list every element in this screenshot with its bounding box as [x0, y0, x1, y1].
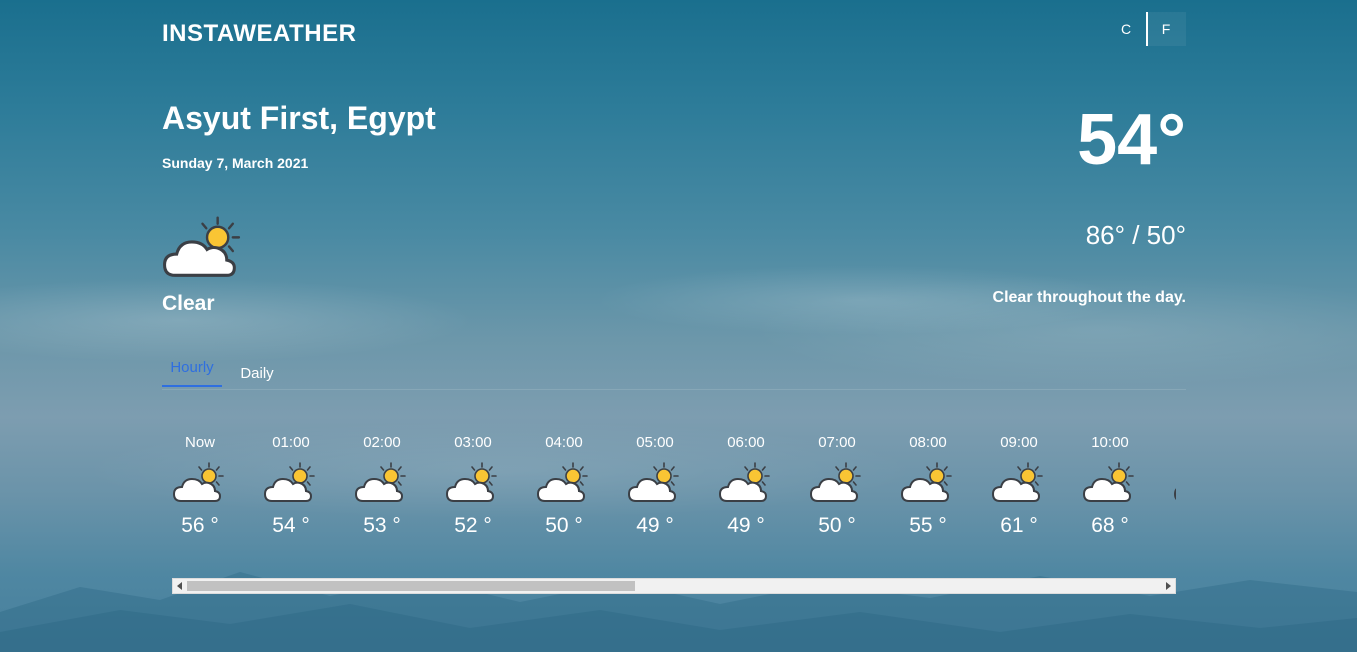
partly-cloudy-icon: [991, 462, 1043, 502]
current-condition: Clear: [162, 292, 215, 315]
unit-fahrenheit-button[interactable]: F: [1146, 12, 1186, 46]
partly-cloudy-icon: [718, 462, 770, 502]
hourly-item-partial: [1171, 430, 1176, 506]
hourly-item: 09:00 61 °: [989, 430, 1049, 538]
partly-cloudy-icon: [809, 462, 861, 502]
hourly-item: 02:00 53 °: [352, 430, 412, 538]
hourly-item: 04:00 50 °: [534, 430, 594, 538]
hourly-item: 08:00 55 °: [898, 430, 958, 538]
scroll-right-arrow-icon[interactable]: [1161, 579, 1175, 593]
hourly-temperature: 50 °: [818, 514, 856, 537]
hourly-time: 06:00: [727, 434, 765, 451]
current-date: Sunday 7, March 2021: [162, 155, 309, 171]
hourly-item: 06:00 49 °: [716, 430, 776, 538]
hourly-time: 03:00: [454, 434, 492, 451]
partly-cloudy-icon: [263, 462, 315, 502]
hourly-temperature: 49 °: [636, 514, 674, 537]
high-low-temperature: 86° / 50°: [1085, 220, 1186, 250]
hourly-time: Now: [184, 434, 215, 451]
hourly-temperature: 56 °: [181, 514, 219, 537]
hourly-temperature: 50 °: [545, 514, 583, 537]
partly-cloudy-icon: [354, 462, 406, 502]
hourly-time: 01:00: [272, 434, 310, 451]
hourly-item: Now 56 °: [172, 430, 230, 538]
hourly-temperature: 68 °: [1091, 514, 1129, 537]
partly-cloudy-icon: [1082, 462, 1134, 502]
hourly-item: 10:00 68 °: [1080, 430, 1140, 538]
hourly-temperature: 61 °: [1000, 514, 1038, 537]
partly-cloudy-icon: [900, 462, 952, 502]
scroll-left-arrow-icon[interactable]: [173, 579, 187, 593]
current-temperature: 54°: [1077, 100, 1186, 180]
app-title: INSTAWEATHER: [162, 20, 357, 47]
partly-cloudy-icon: [445, 462, 497, 502]
hourly-time: 09:00: [1000, 434, 1038, 451]
unit-toggle: C F: [1106, 12, 1186, 46]
partly-cloudy-icon: [1173, 488, 1176, 500]
hourly-item: 07:00 50 °: [807, 430, 867, 538]
partly-cloudy-icon: [172, 462, 224, 502]
hourly-item: 05:00 49 °: [625, 430, 685, 538]
hourly-time: 02:00: [363, 434, 401, 451]
partly-cloudy-icon: [627, 462, 679, 502]
hourly-time: 10:00: [1091, 434, 1129, 451]
hourly-temperature: 52 °: [454, 514, 492, 537]
hourly-time: 07:00: [818, 434, 856, 451]
hourly-temperature: 54 °: [272, 514, 310, 537]
location-name: Asyut First, Egypt: [162, 100, 436, 136]
unit-divider: [1146, 12, 1148, 46]
tab-daily[interactable]: Daily: [232, 352, 282, 391]
forecast-tabs: Hourly Daily: [162, 352, 1186, 390]
hourly-temperature: 55 °: [909, 514, 947, 537]
horizontal-scrollbar[interactable]: [172, 578, 1176, 594]
scrollbar-thumb[interactable]: [187, 581, 635, 591]
partly-cloudy-icon: [163, 216, 241, 277]
partly-cloudy-icon: [536, 462, 588, 502]
hourly-time: 05:00: [636, 434, 674, 451]
unit-celsius-button[interactable]: C: [1106, 12, 1146, 46]
hourly-temperature: 53 °: [363, 514, 401, 537]
hourly-time: 04:00: [545, 434, 583, 451]
hourly-time: 08:00: [909, 434, 947, 451]
hourly-item: 01:00 54 °: [261, 430, 321, 538]
hourly-item: 03:00 52 °: [443, 430, 503, 538]
tab-hourly[interactable]: Hourly: [162, 352, 222, 387]
hourly-temperature: 49 °: [727, 514, 765, 537]
hourly-forecast-list[interactable]: Now 56 ° 01:00 54 ° 02:00 53 ° 03:00 52 ° 04:00 5…: [172, 430, 1176, 550]
weather-summary: Clear throughout the day.: [992, 289, 1186, 306]
